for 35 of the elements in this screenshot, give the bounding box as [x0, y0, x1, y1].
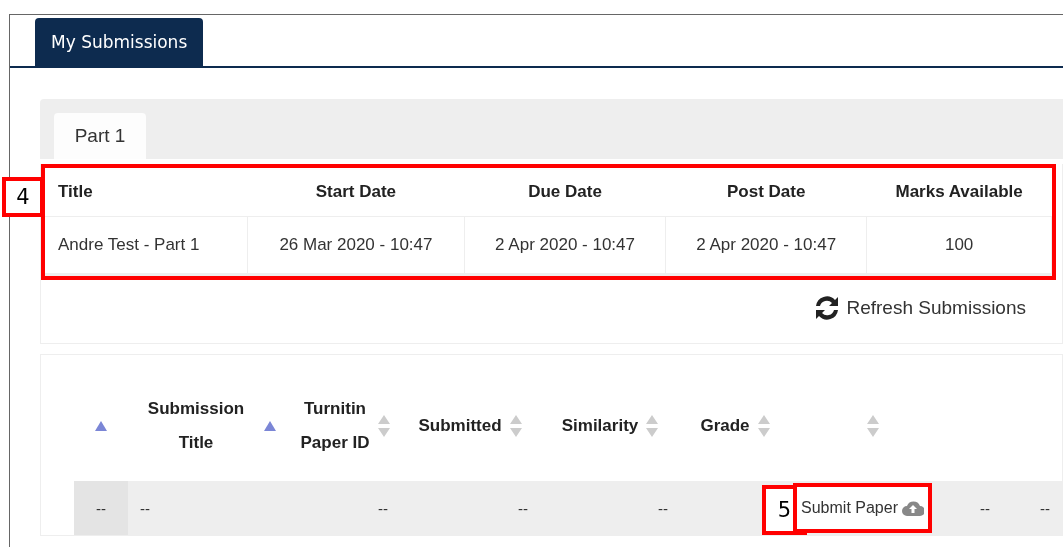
- table-cell: --: [980, 499, 990, 517]
- column-header: Post Date: [665, 168, 867, 217]
- callout-number: 4: [2, 177, 44, 217]
- column-header: Marks Available: [866, 168, 1052, 217]
- tab[interactable]: Part 1: [54, 113, 146, 159]
- table-cell: 26 Mar 2020 - 10:47: [247, 216, 465, 275]
- table-cell: --: [378, 499, 388, 517]
- column-header[interactable]: Grade: [700, 409, 750, 443]
- table-cell: --: [96, 499, 106, 517]
- column-header[interactable]: Submitted: [418, 409, 502, 443]
- column-header[interactable]: Turnitin Paper ID: [300, 392, 370, 460]
- cloud-upload-icon: [901, 500, 924, 516]
- column-header[interactable]: Similarity: [561, 409, 639, 443]
- table-cell: --: [658, 499, 668, 517]
- column-header[interactable]: Submission Title: [136, 392, 256, 460]
- table-cell: --: [140, 499, 150, 517]
- refresh-button[interactable]: Refresh Submissions: [812, 290, 1026, 326]
- table-cell: --: [1040, 499, 1050, 517]
- sort-icon[interactable]: [646, 415, 659, 437]
- sort-ascending-icon[interactable]: [264, 421, 276, 431]
- table-cell: 2 Apr 2020 - 10:47: [464, 216, 666, 275]
- table-cell: --: [518, 499, 528, 517]
- sort-icon[interactable]: [866, 415, 879, 437]
- column-header: Title: [45, 168, 248, 217]
- sort-ascending-icon[interactable]: [95, 421, 107, 431]
- column-header: Due Date: [464, 168, 666, 217]
- submit-paper-button[interactable]: Submit Paper: [793, 483, 932, 533]
- tab[interactable]: My Submissions: [35, 18, 204, 66]
- table-cell: Andre Test - Part 1: [45, 216, 248, 275]
- sort-icon[interactable]: [378, 415, 390, 437]
- sort-icon[interactable]: [509, 415, 522, 437]
- column-header: Start Date: [247, 168, 465, 217]
- table-cell: 2 Apr 2020 - 10:47: [665, 216, 867, 275]
- sort-icon[interactable]: [757, 415, 770, 437]
- table-cell: 100: [866, 216, 1052, 275]
